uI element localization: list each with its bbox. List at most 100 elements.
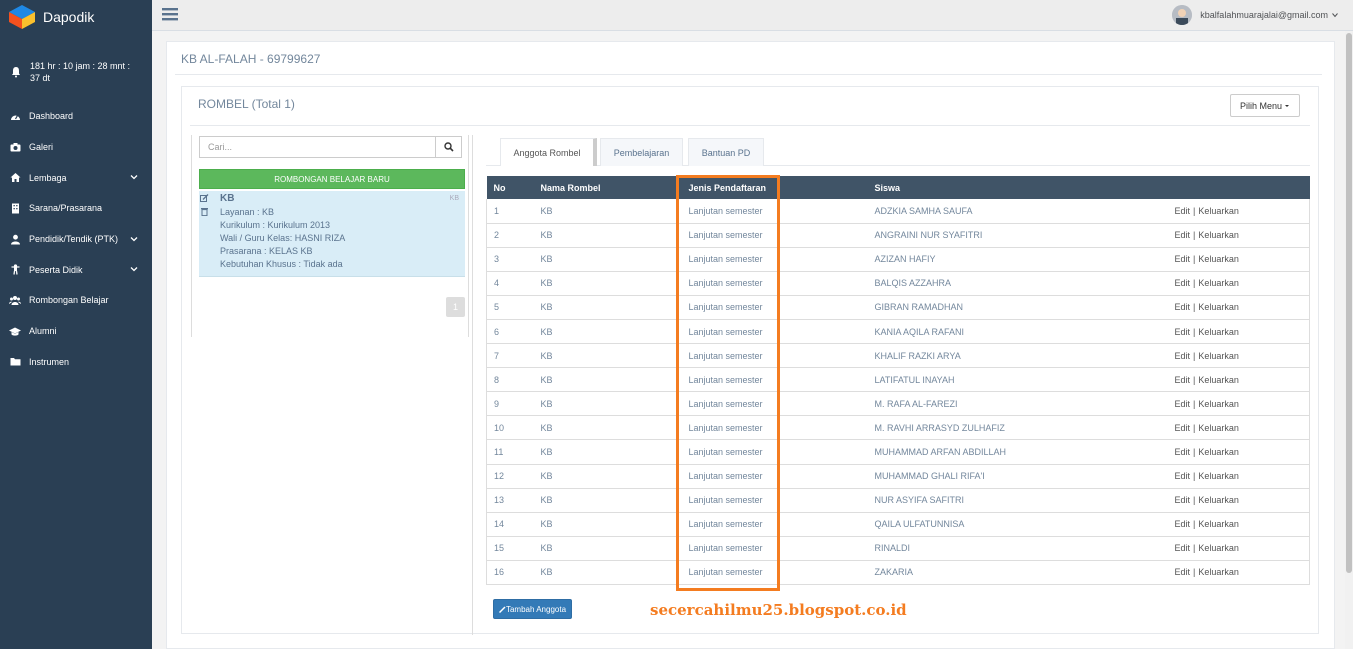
cell-nama-rombel: KB [533,223,682,248]
avatar-user-icon [1172,5,1193,25]
cell-no: 8 [486,367,534,393]
edit-link[interactable]: Edit [1175,230,1191,240]
scrollbar-thumb[interactable] [1346,33,1352,573]
edit-link[interactable]: Edit [1175,471,1191,481]
keluarkan-link[interactable]: Keluarkan [1198,471,1239,481]
keluarkan-link[interactable]: Keluarkan [1198,375,1239,385]
user-menu[interactable]: kbalfalahmuarajalai@gmail.com [1172,5,1338,25]
keluarkan-link[interactable]: Keluarkan [1198,278,1239,288]
user-icon [9,233,21,245]
keluarkan-link[interactable]: Keluarkan [1198,230,1239,240]
cell-siswa: ADZKIA SAMHA SAUFA [867,199,1168,224]
cell-jenis-pendaftaran: Lanjutan semester [681,319,868,345]
edit-link[interactable]: Edit [1175,206,1191,216]
sidebar-item-instrumen[interactable]: Instrumen [0,347,152,378]
keluarkan-link[interactable]: Keluarkan [1198,423,1239,433]
edit-link[interactable]: Edit [1175,302,1191,312]
keluarkan-link[interactable]: Keluarkan [1198,206,1239,216]
pilih-menu-button[interactable]: Pilih Menu [1229,94,1300,117]
cell-siswa: GIBRAN RAMADHAN [867,295,1168,320]
sidebar-item-dashboard[interactable]: Dashboard [0,101,152,132]
table-row: 1 KB Lanjutan semester ADZKIA SAMHA SAUFA Ed… [486,199,1310,224]
cell-jenis-pendaftaran: Lanjutan semester [681,295,868,320]
tab-anggota-rombel[interactable]: Anggota Rombel [500,138,597,166]
cell-jenis-pendaftaran: Lanjutan semester [681,512,868,537]
building-icon [9,202,21,214]
cell-siswa: M. RAFA AL-FAREZI [867,391,1168,417]
sidebar-item-alumni[interactable]: Alumni [0,316,152,347]
cell-actions: Edit | Keluarkan [1167,560,1310,586]
keluarkan-link[interactable]: Keluarkan [1198,399,1239,409]
rombel-prasarana: Prasarana : KELAS KB [220,246,313,256]
tab-bantuan-pd[interactable]: Bantuan PD [688,138,764,166]
cell-jenis-pendaftaran: Lanjutan semester [681,223,868,248]
keluarkan-link[interactable]: Keluarkan [1198,519,1239,529]
cell-jenis-pendaftaran: Lanjutan semester [681,560,868,586]
sidebar-item-rombongan-belajar[interactable]: Rombongan Belajar [0,285,152,316]
keluarkan-link[interactable]: Keluarkan [1198,495,1239,505]
search-icon [443,142,454,152]
edit-link[interactable]: Edit [1175,495,1191,505]
edit-link[interactable]: Edit [1175,399,1191,409]
table-row: 7 KB Lanjutan semester KHALIF RAZKI ARYA Edi… [486,343,1310,369]
edit-link[interactable]: Edit [1175,278,1191,288]
edit-link[interactable]: Edit [1175,375,1191,385]
tab-pembelajaran[interactable]: Pembelajaran [600,138,683,166]
sidebar-item-galeri[interactable]: Galeri [0,132,152,163]
keluarkan-link[interactable]: Keluarkan [1198,351,1239,361]
rombel-kebutuhan: Kebutuhan Khusus : Tidak ada [220,259,343,269]
edit-link[interactable]: Edit [1175,567,1191,577]
keluarkan-link[interactable]: Keluarkan [1198,543,1239,553]
cell-actions: Edit | Keluarkan [1167,536,1310,561]
chevron-down-icon [130,236,138,242]
cell-nama-rombel: KB [533,464,682,489]
cell-actions: Edit | Keluarkan [1167,199,1310,224]
tab-bar: Anggota Rombel Pembelajaran Bantuan PD [486,138,1310,166]
edit-link[interactable]: Edit [1175,543,1191,553]
cell-siswa: LATIFATUL INAYAH [867,367,1168,393]
sidebar-item-sarana-prasarana[interactable]: Sarana/Prasarana [0,193,152,224]
cell-siswa: BALQIS AZZAHRA [867,271,1168,296]
edit-link[interactable]: Edit [1175,423,1191,433]
hamburger-menu-icon[interactable] [162,7,178,21]
cell-no: 7 [486,343,534,369]
edit-link[interactable]: Edit [1175,327,1191,337]
table-row: 4 KB Lanjutan semester BALQIS AZZAHRA Edit | K… [486,271,1310,296]
edit-link[interactable]: Edit [1175,447,1191,457]
edit-icon[interactable] [200,194,209,203]
search-button[interactable] [436,136,462,158]
col-header-jenis-pendaftaran: Jenis Pendaftaran [681,176,868,199]
keluarkan-link[interactable]: Keluarkan [1198,327,1239,337]
caret-down-icon [1285,104,1289,107]
cell-actions: Edit | Keluarkan [1167,295,1310,320]
page-title: KB AL-FALAH - 69799627 [181,52,321,66]
home-icon [9,172,21,184]
new-rombel-button[interactable]: ROMBONGAN BELAJAR BARU [199,169,465,189]
keluarkan-link[interactable]: Keluarkan [1198,567,1239,577]
search-input[interactable] [199,136,436,158]
rombel-card-actions [200,194,210,220]
cell-no: 3 [486,247,534,272]
sidebar-item-lembaga[interactable]: Lembaga [0,162,152,193]
keluarkan-link[interactable]: Keluarkan [1198,447,1239,457]
main-content: KB AL-FALAH - 69799627 ROMBEL (Total 1) … [166,41,1335,649]
edit-link[interactable]: Edit [1175,351,1191,361]
cell-nama-rombel: KB [533,247,682,272]
pagination-page-1[interactable]: 1 [446,297,465,317]
trash-icon[interactable] [200,207,209,217]
tambah-anggota-button[interactable]: Tambah Anggota [493,599,572,619]
avatar [1172,5,1193,25]
edit-link[interactable]: Edit [1175,254,1191,264]
page-scrollbar[interactable] [1345,31,1353,649]
keluarkan-link[interactable]: Keluarkan [1198,254,1239,264]
cell-siswa: KHALIF RAZKI ARYA [867,343,1168,369]
sidebar-item-peserta-didik[interactable]: Peserta Didik [0,254,152,285]
sidebar-item-pendidik-tendik-ptk[interactable]: Pendidik/Tendik (PTK) [0,224,152,255]
cell-nama-rombel: KB [533,415,682,441]
edit-link[interactable]: Edit [1175,519,1191,529]
keluarkan-link[interactable]: Keluarkan [1198,302,1239,312]
rombel-card[interactable]: KB KB Layanan : KB Kurikulum : Kurikulum… [199,191,465,277]
cell-siswa: MUHAMMAD GHALI RIFA'I [867,464,1168,489]
cell-siswa: MUHAMMAD ARFAN ABDILLAH [867,439,1168,465]
brand[interactable]: Dapodik [0,0,152,34]
